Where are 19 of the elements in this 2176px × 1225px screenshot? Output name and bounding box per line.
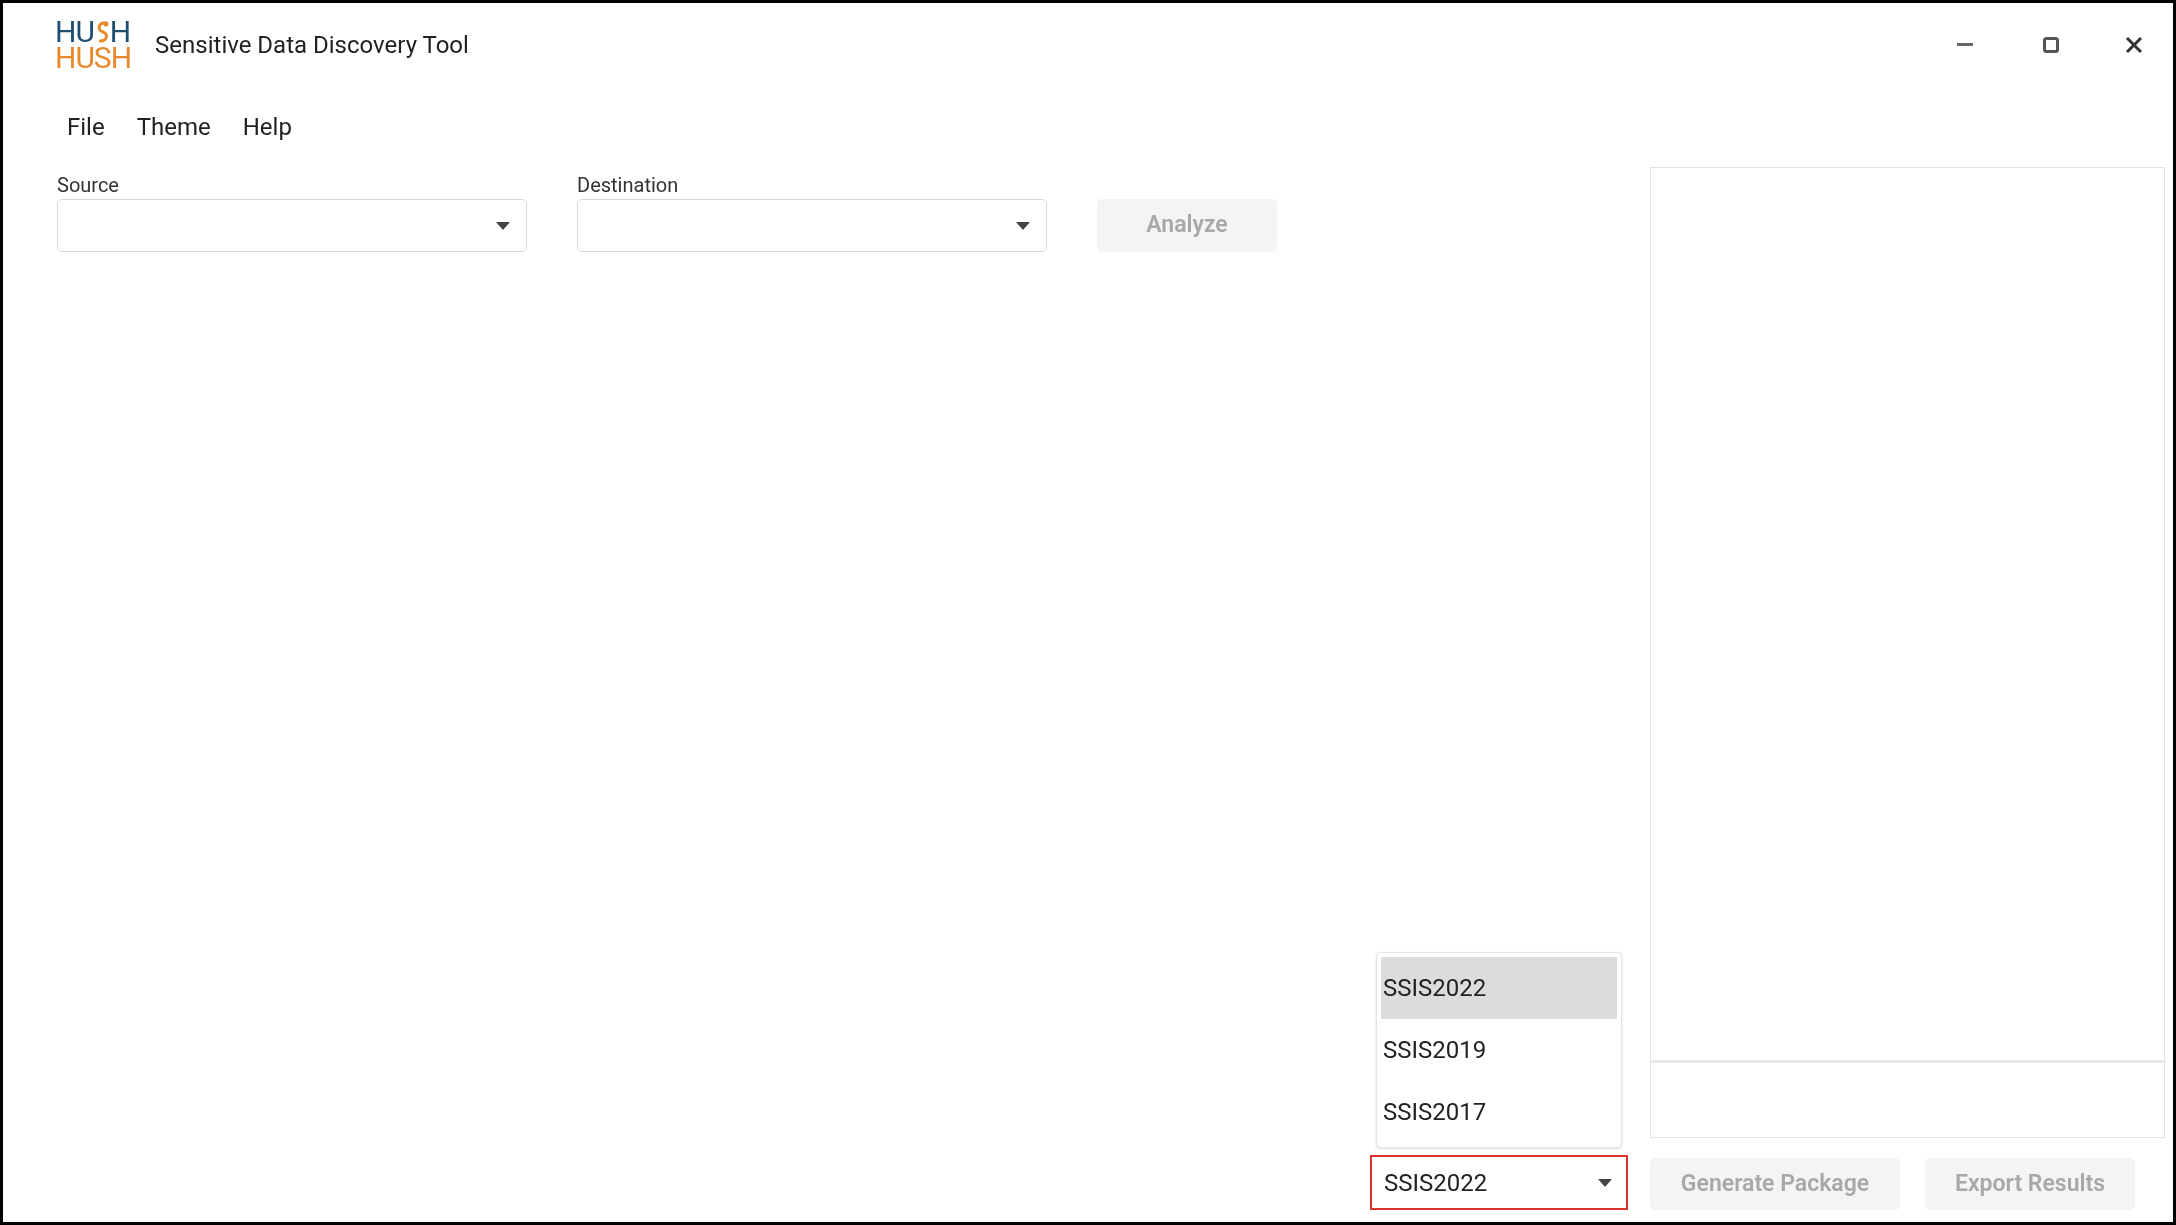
- dropdown-option[interactable]: SSIS2022: [1381, 957, 1617, 1019]
- field-label: Source: [57, 172, 120, 199]
- maximize-icon[interactable]: [2043, 37, 2059, 53]
- dropdown-field[interactable]: [57, 199, 527, 252]
- menu-item[interactable]: Help: [230, 109, 304, 145]
- menu-item[interactable]: File: [55, 109, 117, 145]
- dropdown-field[interactable]: [577, 199, 1047, 252]
- caret-icon: [1598, 1178, 1612, 1187]
- minimize-icon[interactable]: [1957, 43, 1973, 47]
- close-icon[interactable]: [2125, 36, 2143, 54]
- menu-item[interactable]: Theme: [124, 109, 223, 145]
- version-dropdown[interactable]: SSIS2022: [1370, 1155, 1628, 1210]
- caret-icon: [496, 221, 510, 230]
- dropdown-option[interactable]: SSIS2017: [1381, 1081, 1617, 1143]
- caret-icon: [1016, 221, 1030, 230]
- window-title: Sensitive Data Discovery Tool: [155, 30, 469, 61]
- dropdown-option[interactable]: SSIS2019: [1381, 1019, 1617, 1081]
- field-label: Destination: [577, 172, 680, 199]
- logo: HU H HUSH: [55, 19, 132, 71]
